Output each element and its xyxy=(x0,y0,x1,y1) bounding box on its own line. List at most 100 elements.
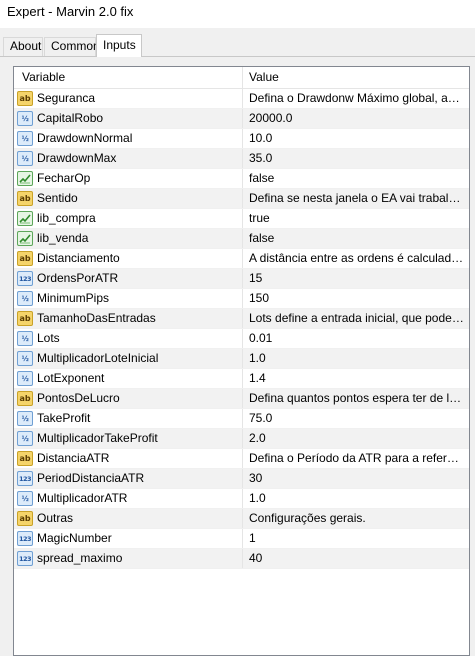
value-cell[interactable]: Configurações gerais. xyxy=(243,509,469,528)
table-row[interactable]: ab TamanhoDasEntradas Lots define a entrad… xyxy=(14,309,469,329)
table-row[interactable]: lib_venda false xyxy=(14,229,469,249)
table-row[interactable]: ½ LotExponent 1.4 xyxy=(14,369,469,389)
variable-name: LotExponent xyxy=(37,371,105,385)
table-row[interactable]: ½ TakeProfit 75.0 xyxy=(14,409,469,429)
tab-common[interactable]: Common xyxy=(44,37,100,56)
value-cell[interactable]: 15 xyxy=(243,269,469,288)
integer-type-icon: 123 xyxy=(17,471,33,486)
string-type-icon: ab xyxy=(17,391,33,406)
variable-cell: ½ MultiplicadorATR xyxy=(14,489,243,508)
value-cell[interactable]: 1.0 xyxy=(243,349,469,368)
variable-name: Outras xyxy=(37,511,74,525)
variable-cell: ½ MinimumPips xyxy=(14,289,243,308)
value-cell[interactable]: 1.0 xyxy=(243,489,469,508)
variable-name: lib_compra xyxy=(37,211,96,225)
variable-name: spread_maximo xyxy=(37,551,123,565)
table-row[interactable]: ½ DrawdownNormal 10.0 xyxy=(14,129,469,149)
table-row[interactable]: lib_compra true xyxy=(14,209,469,229)
variable-name: OrdensPorATR xyxy=(37,271,119,285)
double-type-icon: ½ xyxy=(17,491,33,506)
variable-name: TamanhoDasEntradas xyxy=(37,311,156,325)
variable-name: Lots xyxy=(37,331,60,345)
table-row[interactable]: 123 MagicNumber 1 xyxy=(14,529,469,549)
variable-name: DistanciaATR xyxy=(37,451,110,465)
tab-inputs[interactable]: Inputs xyxy=(96,34,142,57)
variable-cell: ab Distanciamento xyxy=(14,249,243,268)
table-row[interactable]: ½ DrawdownMax 35.0 xyxy=(14,149,469,169)
variable-name: PontosDeLucro xyxy=(37,391,120,405)
value-cell[interactable]: 40 xyxy=(243,549,469,568)
string-type-icon: ab xyxy=(17,91,33,106)
value-cell[interactable]: Defina o Drawdonw Máximo global, após at… xyxy=(243,89,469,108)
variable-cell: 123 PeriodDistanciaATR xyxy=(14,469,243,488)
value-cell[interactable]: 2.0 xyxy=(243,429,469,448)
value-cell[interactable]: 150 xyxy=(243,289,469,308)
double-type-icon: ½ xyxy=(17,151,33,166)
double-type-icon: ½ xyxy=(17,131,33,146)
value-cell[interactable]: false xyxy=(243,229,469,248)
integer-type-icon: 123 xyxy=(17,271,33,286)
value-cell[interactable]: A distância entre as ordens é calculada … xyxy=(243,249,469,268)
variable-cell: ab TamanhoDasEntradas xyxy=(14,309,243,328)
value-cell[interactable]: Lots define a entrada inicial, que pode … xyxy=(243,309,469,328)
variable-cell: ½ Lots xyxy=(14,329,243,348)
variable-name: Seguranca xyxy=(37,91,96,105)
value-cell[interactable]: 1 xyxy=(243,529,469,548)
integer-type-icon: 123 xyxy=(17,551,33,566)
value-cell[interactable]: 20000.0 xyxy=(243,109,469,128)
variable-cell: ½ MultiplicadorLoteInicial xyxy=(14,349,243,368)
title-bar: Expert - Marvin 2.0 fix xyxy=(0,0,475,28)
variable-cell: ½ DrawdownMax xyxy=(14,149,243,168)
table-row[interactable]: 123 PeriodDistanciaATR 30 xyxy=(14,469,469,489)
table-row[interactable]: ab Distanciamento A distância entre as ord… xyxy=(14,249,469,269)
variable-cell: ½ TakeProfit xyxy=(14,409,243,428)
value-cell[interactable]: Defina se nesta janela o EA vai trabalha… xyxy=(243,189,469,208)
string-type-icon: ab xyxy=(17,511,33,526)
value-cell[interactable]: Defina o Período da ATR para a referênci… xyxy=(243,449,469,468)
table-row[interactable]: FecharOp false xyxy=(14,169,469,189)
variable-cell: ab Seguranca xyxy=(14,89,243,108)
table-row[interactable]: ½ MultiplicadorLoteInicial 1.0 xyxy=(14,349,469,369)
table-row[interactable]: 123 spread_maximo 40 xyxy=(14,549,469,569)
value-cell[interactable]: 30 xyxy=(243,469,469,488)
tab-about[interactable]: About xyxy=(3,37,43,56)
value-cell[interactable]: true xyxy=(243,209,469,228)
value-cell[interactable]: 1.4 xyxy=(243,369,469,388)
variable-name: PeriodDistanciaATR xyxy=(37,471,145,485)
table-row[interactable]: ab DistanciaATR Defina o Período da ATR pa… xyxy=(14,449,469,469)
variable-name: lib_venda xyxy=(37,231,89,245)
table-row[interactable]: ½ MinimumPips 150 xyxy=(14,289,469,309)
table-row[interactable]: ab Sentido Defina se nesta janela o EA vai… xyxy=(14,189,469,209)
table-row[interactable]: 123 OrdensPorATR 15 xyxy=(14,269,469,289)
value-cell[interactable]: 75.0 xyxy=(243,409,469,428)
boolean-type-icon xyxy=(17,231,33,246)
table-row[interactable]: ½ CapitalRobo 20000.0 xyxy=(14,109,469,129)
variable-cell: lib_venda xyxy=(14,229,243,248)
variable-cell: ab Outras xyxy=(14,509,243,528)
table-row[interactable]: ab Seguranca Defina o Drawdonw Máximo glob… xyxy=(14,89,469,109)
table-row[interactable]: ab Outras Configurações gerais. xyxy=(14,509,469,529)
value-cell[interactable]: 0.01 xyxy=(243,329,469,348)
column-header-variable[interactable]: Variable xyxy=(14,67,243,88)
variable-cell: ½ MultiplicadorTakeProfit xyxy=(14,429,243,448)
variable-cell: ab PontosDeLucro xyxy=(14,389,243,408)
value-cell[interactable]: 10.0 xyxy=(243,129,469,148)
variable-name: Sentido xyxy=(37,191,78,205)
variable-cell: FecharOp xyxy=(14,169,243,188)
variable-name: TakeProfit xyxy=(37,411,91,425)
variable-cell: 123 OrdensPorATR xyxy=(14,269,243,288)
value-cell[interactable]: Defina quantos pontos espera ter de lucr… xyxy=(243,389,469,408)
value-cell[interactable]: false xyxy=(243,169,469,188)
boolean-type-icon xyxy=(17,171,33,186)
window-title: Expert - Marvin 2.0 fix xyxy=(7,4,134,19)
table-row[interactable]: ab PontosDeLucro Defina quantos pontos esp… xyxy=(14,389,469,409)
table-row[interactable]: ½ Lots 0.01 xyxy=(14,329,469,349)
double-type-icon: ½ xyxy=(17,331,33,346)
string-type-icon: ab xyxy=(17,311,33,326)
table-row[interactable]: ½ MultiplicadorATR 1.0 xyxy=(14,489,469,509)
table-row[interactable]: ½ MultiplicadorTakeProfit 2.0 xyxy=(14,429,469,449)
column-header-value[interactable]: Value xyxy=(243,67,469,88)
integer-type-icon: 123 xyxy=(17,531,33,546)
variable-name: Distanciamento xyxy=(37,251,120,265)
value-cell[interactable]: 35.0 xyxy=(243,149,469,168)
